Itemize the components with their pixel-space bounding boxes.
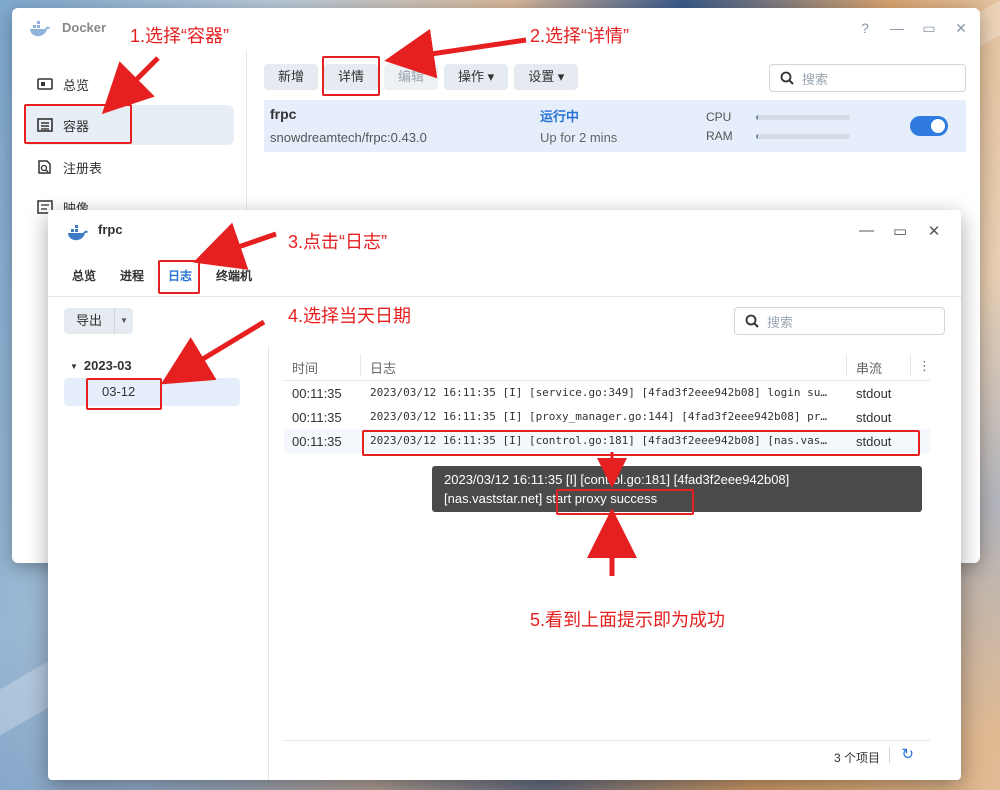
maximize-icon[interactable]: ▭ — [893, 222, 907, 240]
annotation-step-5: 5.看到上面提示即为成功 — [530, 610, 726, 630]
container-image: snowdreamtech/frpc:0.43.0 — [270, 130, 427, 145]
frpc-window-title: frpc — [98, 222, 123, 237]
edit-button[interactable]: 编辑 — [384, 64, 439, 90]
log-date-tree: ▼ 2023-03 03-12 — [48, 346, 269, 780]
export-dropdown-icon[interactable]: ▼ — [115, 308, 133, 334]
refresh-icon[interactable]: ↻ — [901, 745, 914, 763]
docker-toolbar: 新增 详情 编辑 操作 ▾ 设置 ▾ — [264, 64, 579, 90]
row-time: 00:11:35 — [292, 386, 342, 401]
container-name: frpc — [270, 106, 297, 122]
new-button[interactable]: 新增 — [264, 64, 319, 90]
container-search-input[interactable]: 搜索 — [769, 64, 966, 92]
row-stream: stdout — [856, 386, 892, 401]
help-icon[interactable]: ? — [858, 20, 872, 37]
settings-menu-button[interactable]: 设置 ▾ — [514, 64, 579, 90]
maximize-icon[interactable]: ▭ — [922, 20, 936, 37]
action-menu-button[interactable]: 操作 ▾ — [444, 64, 509, 90]
tabs-divider — [48, 296, 961, 297]
annotation-step-2: 2.选择“详情” — [530, 26, 629, 46]
tab-overview[interactable]: 总览 — [64, 262, 104, 290]
row-time: 00:11:35 — [292, 410, 342, 425]
highlight-log-tab — [158, 260, 200, 294]
cpu-label: CPU — [706, 110, 732, 124]
close-icon[interactable]: ✕ — [927, 222, 941, 240]
docker-logo-icon — [30, 21, 50, 37]
highlight-log-row — [362, 430, 920, 456]
container-uptime: Up for 2 mins — [540, 130, 618, 145]
highlight-details-button — [322, 56, 380, 96]
item-count: 3 个项目 — [833, 751, 880, 765]
minimize-icon[interactable]: — — [890, 20, 904, 37]
tab-process[interactable]: 进程 — [112, 262, 152, 290]
search-placeholder: 搜索 — [802, 71, 829, 87]
minimize-icon[interactable]: — — [859, 222, 874, 240]
caret-down-icon: ▼ — [70, 362, 78, 372]
annotation-step-3: 3.点击“日志” — [288, 232, 387, 252]
overview-icon — [37, 77, 53, 91]
export-split-button: 导出 ▼ — [64, 308, 134, 334]
col-header-stream[interactable]: 串流 — [856, 358, 882, 377]
cpu-usage-bar — [756, 115, 850, 120]
search-icon — [745, 314, 759, 328]
export-button[interactable]: 导出 — [64, 308, 116, 334]
tab-terminal[interactable]: 终端机 — [208, 262, 260, 290]
docker-window-controls: ? — ▭ ✕ — [858, 20, 968, 37]
frpc-details-window: frpc — ▭ ✕ 总览 进程 日志 终端机 导出 ▼ 搜索 ▼ 2023-03… — [48, 210, 961, 780]
log-table-header: 时间 日志 串流 ⋮ — [284, 350, 931, 381]
table-row[interactable]: 00:11:35 2023/03/12 16:11:35 [I] [proxy_… — [284, 405, 930, 429]
tree-node-month[interactable]: ▼ 2023-03 — [70, 358, 132, 373]
sidebar-item-label: 注册表 — [63, 160, 103, 176]
container-status: 运行中 — [540, 109, 580, 124]
sidebar-item-overview[interactable]: 总览 — [24, 64, 234, 104]
ram-label: RAM — [706, 129, 733, 143]
row-log: 2023/03/12 16:11:35 [I] [service.go:349]… — [370, 386, 830, 399]
row-log: 2023/03/12 16:11:35 [I] [proxy_manager.g… — [370, 410, 830, 423]
col-header-time[interactable]: 时间 — [292, 358, 318, 377]
log-search-input[interactable]: 搜索 — [734, 307, 945, 335]
frpc-window-controls: — ▭ ✕ — [859, 222, 941, 240]
column-menu-icon[interactable]: ⋮ — [918, 358, 931, 374]
search-placeholder: 搜索 — [767, 314, 794, 330]
row-time: 00:11:35 — [292, 434, 342, 449]
sidebar-item-registry[interactable]: 注册表 — [24, 147, 234, 187]
docker-logo-icon — [68, 225, 88, 241]
docker-window-title: Docker — [62, 20, 107, 35]
highlight-date-node — [86, 378, 162, 410]
close-icon[interactable]: ✕ — [954, 20, 968, 37]
highlight-container-menu — [24, 104, 132, 144]
row-stream: stdout — [856, 410, 892, 425]
log-table-footer: 3 个项目 ↻ — [284, 740, 930, 769]
table-row[interactable]: 00:11:35 2023/03/12 16:11:35 [I] [servic… — [284, 381, 930, 405]
container-row-frpc[interactable]: frpc snowdreamtech/frpc:0.43.0 运行中 Up fo… — [264, 100, 966, 152]
tooltip-proxy-name: [nas.vaststar.net] — [444, 491, 543, 506]
search-icon — [780, 71, 794, 85]
tree-month-label: 2023-03 — [83, 358, 132, 373]
sidebar-item-label: 总览 — [63, 77, 90, 93]
annotation-step-4: 4.选择当天日期 — [288, 306, 412, 326]
col-header-log[interactable]: 日志 — [370, 358, 396, 377]
container-enable-toggle[interactable] — [910, 116, 948, 136]
registry-icon — [37, 160, 53, 174]
highlight-success-text — [556, 489, 694, 515]
annotation-step-1: 1.选择“容器” — [130, 26, 229, 46]
ram-usage-bar — [756, 134, 850, 139]
tooltip-line-1: 2023/03/12 16:11:35 [I] [control.go:181]… — [444, 472, 790, 487]
